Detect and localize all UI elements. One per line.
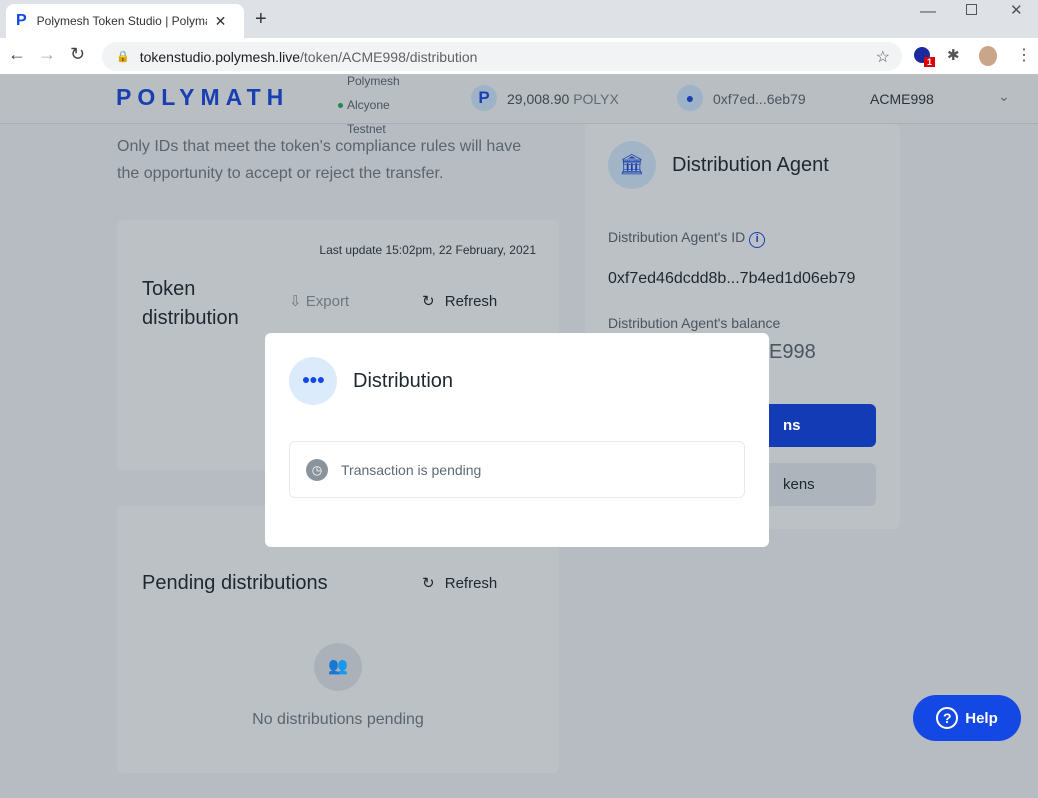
- puzzle-extensions-icon[interactable]: ✱: [947, 46, 960, 64]
- network-line: Polymesh: [347, 74, 400, 88]
- card-title: Pending distributions: [142, 572, 328, 594]
- refresh-button[interactable]: ↻ Refresh: [422, 574, 497, 592]
- group-icon: 👥: [314, 643, 362, 691]
- clock-icon: ◷: [306, 459, 328, 481]
- extension-badge: 1: [924, 57, 936, 67]
- tab-title: Polymesh Token Studio | Polymath: [36, 14, 207, 28]
- bank-icon: 🏛: [608, 141, 656, 189]
- distribution-modal: ●●● Distribution ◷ Transaction is pendin…: [265, 333, 769, 547]
- app-header: POLYMATH Polymesh Alcyone Testnet P 29,0…: [0, 74, 1038, 136]
- profile-avatar[interactable]: [979, 46, 997, 66]
- agent-balance-value: E998: [769, 341, 816, 363]
- network-line: Alcyone: [338, 93, 400, 117]
- close-window-icon[interactable]: ✕: [1010, 1, 1023, 19]
- account-avatar-icon[interactable]: ●: [677, 85, 703, 111]
- url-path: /token/ACME998/distribution: [300, 48, 478, 65]
- maximize-icon[interactable]: [966, 4, 977, 15]
- status-dot-icon: [338, 103, 343, 109]
- empty-state-text: No distributions pending: [252, 711, 424, 728]
- token-selector[interactable]: ACME998: [870, 91, 934, 107]
- help-question-icon: ?: [936, 707, 959, 729]
- polymath-logo[interactable]: POLYMATH: [116, 84, 289, 111]
- browser-tab[interactable]: P Polymesh Token Studio | Polymath ✕: [6, 4, 244, 38]
- card-title: Token distribution: [142, 278, 239, 329]
- refresh-button[interactable]: ↻ Refresh: [422, 292, 497, 310]
- back-icon[interactable]: ←: [8, 44, 26, 65]
- loading-dots-icon: ●●●: [289, 357, 337, 405]
- transaction-status: ◷ Transaction is pending: [289, 441, 745, 498]
- help-button[interactable]: ? Help: [913, 695, 1021, 741]
- intro-text: Only IDs that meet the token's complianc…: [117, 138, 522, 182]
- bookmark-star-icon[interactable]: ☆: [876, 47, 890, 67]
- url-host: tokenstudio.polymesh.live: [139, 48, 301, 65]
- chevron-down-icon[interactable]: ⌄: [998, 88, 1010, 105]
- agent-balance-label: Distribution Agent's balance: [608, 315, 781, 331]
- close-tab-icon[interactable]: ✕: [215, 13, 227, 30]
- export-button[interactable]: ⇩ Export: [289, 292, 349, 310]
- address-bar[interactable]: 🔒 tokenstudio.polymesh.live/token/ACME99…: [102, 42, 902, 71]
- minimize-icon[interactable]: —: [920, 3, 936, 21]
- polyx-icon: P: [471, 85, 497, 111]
- info-icon[interactable]: i: [749, 232, 766, 248]
- account-address[interactable]: 0xf7ed...6eb79: [713, 91, 806, 107]
- polyx-balance: 29,008.90 POLYX: [507, 91, 619, 107]
- agent-id-value: 0xf7ed46dcdd8b...7b4ed1d06eb79: [608, 270, 856, 287]
- browser-tab-bar: P Polymesh Token Studio | Polymath ✕ + —…: [0, 0, 1038, 38]
- menu-kebab-icon[interactable]: ⋮: [1016, 45, 1032, 65]
- help-label: Help: [965, 709, 998, 727]
- new-tab-icon[interactable]: +: [255, 8, 267, 31]
- status-text: Transaction is pending: [341, 462, 482, 478]
- lock-icon: 🔒: [116, 51, 130, 63]
- agent-id-label: Distribution Agent's ID i: [608, 229, 766, 248]
- reload-icon[interactable]: ↻: [70, 44, 85, 65]
- modal-title: Distribution: [353, 370, 454, 392]
- polymesh-favicon-icon: P: [16, 12, 27, 29]
- forward-icon[interactable]: →: [38, 44, 56, 65]
- browser-toolbar: ← → ↻ 🔒 tokenstudio.polymesh.live/token/…: [0, 38, 1038, 74]
- network-indicator: Polymesh Alcyone Testnet: [338, 69, 400, 141]
- card-title: Distribution Agent: [672, 154, 829, 176]
- last-update: Last update 15:02pm, 22 February, 2021: [319, 243, 536, 257]
